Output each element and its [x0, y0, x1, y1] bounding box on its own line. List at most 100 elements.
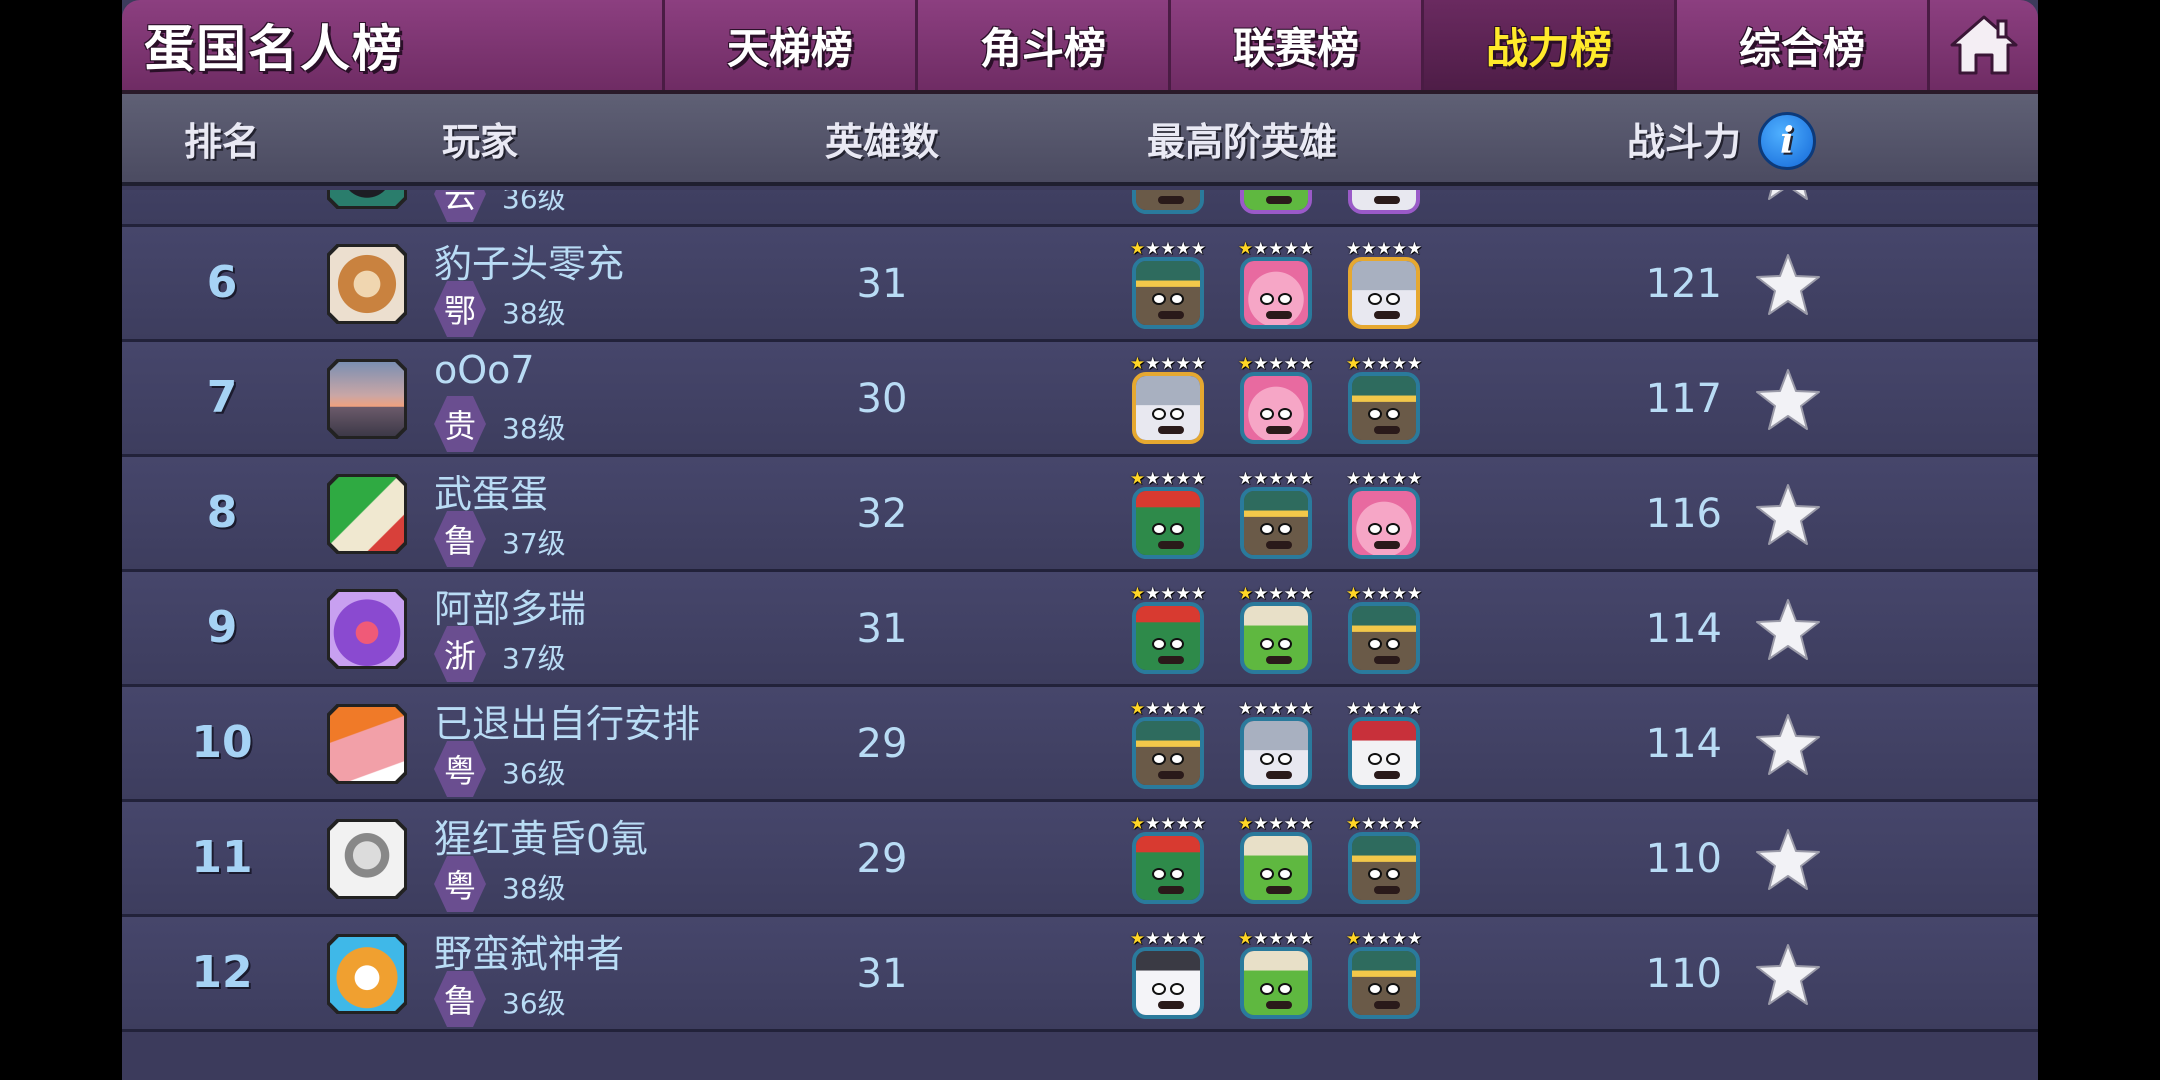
red-cap-rabbit-hero-icon[interactable]: [1348, 717, 1420, 789]
player-name[interactable]: 猩红黄昏0氪: [434, 808, 648, 863]
red-bird-hero-icon[interactable]: [1132, 602, 1204, 674]
green-hat-goggles-hero-icon[interactable]: [1348, 947, 1420, 1019]
white-star-icon: ★: [1268, 239, 1284, 259]
hero-star-rating: ★ ★ ★ ★ ★: [1346, 585, 1422, 603]
leaderboard-list[interactable]: 5云36级32★★★★★★★★★★★★★★★1216豹子头零充鄂38级31★★★…: [122, 190, 2038, 1080]
gold-star-icon: ★: [1345, 354, 1362, 374]
grey-helmet-knight-hero-icon[interactable]: [1132, 372, 1204, 444]
white-star-icon: ★: [1406, 469, 1423, 489]
favorite-star-button[interactable]: [1752, 594, 1824, 666]
green-owl-hero-icon[interactable]: [1240, 190, 1312, 214]
gold-star-icon: ★: [1237, 929, 1254, 949]
favorite-star-button[interactable]: [1752, 939, 1824, 1011]
white-star-icon: ★: [1361, 469, 1377, 489]
green-owl-hero-icon[interactable]: [1240, 947, 1312, 1019]
info-button[interactable]: i: [1758, 112, 1816, 170]
sketch-portrait-avatar[interactable]: [327, 819, 407, 899]
hero-star-rating: ★ ★ ★ ★ ★: [1130, 240, 1206, 258]
white-star-icon: ★: [1298, 469, 1315, 489]
pink-pig-hero-icon[interactable]: [1240, 257, 1312, 329]
hero-eye: [1368, 293, 1382, 305]
player-name[interactable]: 阿部多瑞: [434, 578, 586, 633]
table-row[interactable]: 9 阿部多瑞浙 37级 31 ★ ★ ★ ★ ★ ★ ★ ★ ★ ★ ★ ★ ★ ★ ★ 114: [122, 572, 2038, 687]
sunset-beach-avatar[interactable]: [327, 359, 407, 439]
green-hat-goggles-hero-icon[interactable]: [1132, 257, 1204, 329]
player-name[interactable]: oOo7: [434, 348, 535, 392]
green-owl-hero-icon[interactable]: [1240, 832, 1312, 904]
table-row[interactable]: 12 野蛮弑神者鲁 36级 31 ★ ★ ★ ★ ★ ★ ★ ★ ★ ★ ★ ★ ★ ★ ★ 110: [122, 917, 2038, 1032]
grey-helmet-knight-hero-icon[interactable]: [1348, 257, 1420, 329]
green-hat-goggles-hero-icon[interactable]: [1348, 602, 1420, 674]
white-star-icon: ★: [1190, 699, 1207, 719]
favorite-star-button[interactable]: [1752, 479, 1824, 551]
table-row[interactable]: 6 豹子头零充鄂 38级 31 ★ ★ ★ ★ ★ ★ ★ ★ ★ ★ ★ ★ ★ ★ ★ 121: [122, 227, 2038, 342]
green-hair-cartoon-avatar[interactable]: [327, 474, 407, 554]
white-star-icon: ★: [1283, 239, 1299, 259]
table-row[interactable]: 8 武蛋蛋鲁 37级 32 ★ ★ ★ ★ ★ ★ ★ ★ ★ ★ ★ ★ ★ ★ ★ 116: [122, 457, 2038, 572]
white-star-icon: ★: [1190, 354, 1207, 374]
favorite-star-button[interactable]: [1752, 190, 1824, 206]
green-hat-goggles-hero-icon[interactable]: [1132, 190, 1204, 214]
green-hat-goggles-hero-icon[interactable]: [1240, 487, 1312, 559]
player-level: 36级: [502, 757, 566, 790]
white-star-icon: ★: [1160, 239, 1176, 259]
hero-eye: [1152, 983, 1166, 995]
table-row[interactable]: 10 已退出自行安排粤 36级 29 ★ ★ ★ ★ ★ ★ ★ ★ ★ ★ ★ ★ ★ ★ ★ 114: [122, 687, 2038, 802]
home-button[interactable]: [1927, 0, 2038, 90]
tiger-cartoon-avatar[interactable]: [327, 934, 407, 1014]
grey-helmet-knight-hero-icon[interactable]: [1348, 190, 1420, 214]
player-name[interactable]: 武蛋蛋: [434, 463, 548, 518]
white-star-icon: ★: [1160, 814, 1176, 834]
hero-mouth: [1158, 771, 1184, 779]
green-hat-goggles-hero-icon[interactable]: [1132, 717, 1204, 789]
shiba-dog-avatar[interactable]: [327, 244, 407, 324]
tab-overall[interactable]: 综合榜: [1674, 0, 1927, 90]
leaderboard-rows: 5云36级32★★★★★★★★★★★★★★★1216豹子头零充鄂38级31★★★…: [122, 190, 2038, 1032]
tab-ladder[interactable]: 天梯榜: [662, 0, 915, 90]
pink-pig-hero-icon[interactable]: [1348, 487, 1420, 559]
hero-count: 31: [856, 951, 908, 997]
favorite-star-button[interactable]: [1752, 249, 1824, 321]
player-name[interactable]: 已退出自行安排: [434, 693, 700, 748]
pink-frog-avatar[interactable]: [327, 704, 407, 784]
green-hat-goggles-hero-icon[interactable]: [1348, 372, 1420, 444]
player-name[interactable]: 豹子头零充: [434, 233, 624, 288]
favorite-star-button[interactable]: [1752, 824, 1824, 896]
hero-mouth: [1158, 886, 1184, 894]
rank-number: 6: [206, 257, 238, 308]
table-row[interactable]: 7 oOo7 贵 38级 30 ★ ★ ★ ★ ★ ★ ★ ★ ★ ★ ★ ★ ★ ★ ★ 117: [122, 342, 2038, 457]
green-hat-goggles-hero-icon[interactable]: [1348, 832, 1420, 904]
green-owl-hero-icon[interactable]: [1240, 602, 1312, 674]
white-star-icon: ★: [1298, 929, 1315, 949]
hero-star-rating: ★ ★ ★ ★ ★: [1130, 470, 1206, 488]
tab-power[interactable]: 战力榜: [1421, 0, 1674, 90]
white-star-icon: ★: [1361, 814, 1377, 834]
favorite-star-button[interactable]: [1752, 364, 1824, 436]
gold-star-icon: ★: [1129, 584, 1146, 604]
white-star-icon: ★: [1190, 929, 1207, 949]
table-row[interactable]: 5云36级32★★★★★★★★★★★★★★★121: [122, 190, 2038, 227]
player-name[interactable]: 野蛮弑神者: [434, 923, 624, 978]
purple-monster-avatar[interactable]: [327, 589, 407, 669]
hero-eye: [1368, 983, 1382, 995]
favorite-star-button[interactable]: [1752, 709, 1824, 781]
red-bird-hero-icon[interactable]: [1132, 487, 1204, 559]
hero-mouth: [1158, 1001, 1184, 1009]
combat-power: 114: [1645, 721, 1722, 767]
white-star-icon: ★: [1268, 354, 1284, 374]
pink-pig-hero-icon[interactable]: [1240, 372, 1312, 444]
hero-eye: [1278, 523, 1292, 535]
hero-eye: [1170, 868, 1184, 880]
white-star-icon: ★: [1406, 239, 1423, 259]
tab-arena[interactable]: 角斗榜: [915, 0, 1168, 90]
ninja-avatar[interactable]: [327, 190, 407, 209]
hero-eye: [1170, 408, 1184, 420]
tab-league[interactable]: 联赛榜: [1168, 0, 1421, 90]
white-star-icon: ★: [1268, 469, 1284, 489]
red-bird-hero-icon[interactable]: [1132, 832, 1204, 904]
hero-star-rating: ★ ★ ★ ★ ★: [1346, 355, 1422, 373]
white-panda-hat-hero-icon[interactable]: [1132, 947, 1204, 1019]
table-row[interactable]: 11 猩红黄昏0氪粤 38级 29 ★ ★ ★ ★ ★ ★ ★ ★ ★ ★ ★ ★ ★ ★ ★ 110: [122, 802, 2038, 917]
hero-star-rating: ★ ★ ★ ★ ★: [1238, 585, 1314, 603]
grey-helmet-knight-hero-icon[interactable]: [1240, 717, 1312, 789]
